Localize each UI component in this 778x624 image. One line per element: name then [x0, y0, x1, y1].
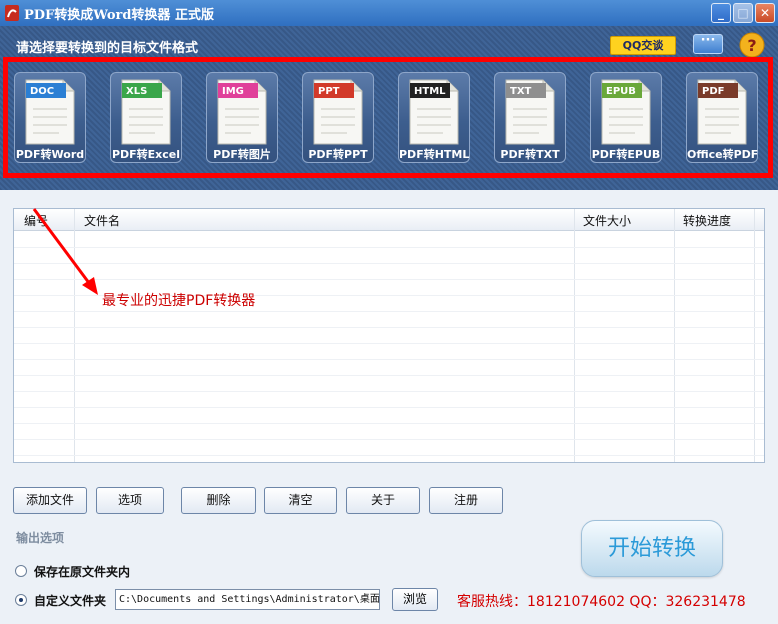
row-gridline	[14, 391, 764, 392]
radio-selected-dot	[19, 598, 23, 602]
clear-button[interactable]: 清空	[264, 487, 337, 514]
svg-text:?: ?	[747, 36, 756, 55]
format-label: PDF转图片	[213, 148, 271, 161]
format-label: PDF转Word	[15, 148, 85, 161]
format-tile-html[interactable]: HTML PDF转HTML	[398, 72, 470, 163]
column-filesize[interactable]: 文件大小	[583, 212, 631, 229]
output-path-input[interactable]: C:\Documents and Settings\Administrator\…	[115, 589, 380, 610]
minimize-button[interactable]: _	[711, 3, 731, 23]
format-prompt: 请选择要转换到的目标文件格式	[16, 41, 199, 56]
format-tile-ppt[interactable]: PPT PDF转PPT	[302, 72, 374, 163]
row-gridline	[14, 327, 764, 328]
epub-document-icon: EPUB	[601, 79, 651, 145]
browse-button[interactable]: 浏览	[392, 588, 438, 611]
format-label: PDF转TXT	[500, 148, 560, 161]
annotation-arrow	[32, 208, 98, 295]
format-badge: XLS	[126, 86, 147, 97]
format-tile-pdf[interactable]: PDF Office转PDF	[686, 72, 758, 163]
txt-document-icon: TXT	[505, 79, 555, 145]
row-gridline	[14, 263, 764, 264]
format-tile-epub[interactable]: EPUB PDF转EPUB	[590, 72, 662, 163]
row-gridline	[14, 407, 764, 408]
add-file-button[interactable]: 添加文件	[13, 487, 87, 514]
format-badge: PDF	[702, 86, 724, 97]
register-button[interactable]: 注册	[429, 487, 503, 514]
row-gridline	[14, 375, 764, 376]
output-section-label: 输出选项	[16, 531, 65, 545]
qq-chat-label: QQ交谈	[622, 39, 664, 52]
support-hotline: 客服热线：18121074602 QQ：326231478	[457, 594, 746, 610]
row-gridline	[14, 439, 764, 440]
file-list[interactable]: 编号 文件名 文件大小 转换进度	[13, 208, 765, 463]
format-label: PDF转EPUB	[591, 148, 661, 161]
help-icon[interactable]: ?	[737, 32, 767, 58]
row-gridline	[14, 279, 764, 280]
column-progress[interactable]: 转换进度	[683, 212, 731, 229]
row-gridline	[14, 359, 764, 360]
custom-folder-radio[interactable]	[15, 594, 27, 606]
row-gridline	[14, 311, 764, 312]
options-button[interactable]: 选项	[96, 487, 164, 514]
format-label: PDF转HTML	[399, 148, 470, 161]
row-gridline	[14, 247, 764, 248]
format-badge: PPT	[318, 86, 340, 97]
window-title: PDF转换成Word转换器 正式版	[24, 8, 214, 23]
format-tile-txt[interactable]: TXT PDF转TXT	[494, 72, 566, 163]
img-document-icon: IMG	[217, 79, 267, 145]
xls-document-icon: XLS	[121, 79, 171, 145]
start-convert-button[interactable]: 开始转换	[581, 520, 723, 577]
promo-text: 最专业的迅捷PDF转换器	[102, 293, 256, 309]
format-label: PDF转Excel	[111, 148, 181, 161]
minimize-icon: _	[718, 6, 724, 20]
format-tile-img[interactable]: IMG PDF转图片	[206, 72, 278, 163]
close-icon: ✕	[759, 6, 771, 20]
format-badge: IMG	[222, 86, 244, 97]
format-tile-doc[interactable]: DOC PDF转Word	[14, 72, 86, 163]
row-gridline	[14, 343, 764, 344]
pdf-document-icon: PDF	[697, 79, 747, 145]
format-badge: HTML	[414, 86, 446, 97]
close-button[interactable]: ✕	[755, 3, 775, 23]
more-icon: ···	[700, 33, 716, 48]
format-badge: TXT	[510, 86, 532, 97]
file-list-header: 编号 文件名 文件大小 转换进度	[14, 209, 764, 231]
custom-folder-label[interactable]: 自定义文件夹	[34, 592, 106, 609]
doc-document-icon: DOC	[25, 79, 75, 145]
format-badge: EPUB	[606, 86, 636, 97]
row-gridline	[14, 455, 764, 456]
html-document-icon: HTML	[409, 79, 459, 145]
delete-button[interactable]: 删除	[181, 487, 256, 514]
qq-chat-button[interactable]: QQ交谈	[610, 36, 676, 55]
row-gridline	[14, 423, 764, 424]
maximize-icon: □	[737, 6, 749, 20]
ppt-document-icon: PPT	[313, 79, 363, 145]
format-label: Office转PDF	[687, 148, 759, 161]
format-label: PDF转PPT	[308, 148, 368, 161]
more-button[interactable]: ···	[693, 34, 723, 54]
format-tile-xls[interactable]: XLS PDF转Excel	[110, 72, 182, 163]
maximize-button[interactable]: □	[733, 3, 753, 23]
save-original-label[interactable]: 保存在原文件夹内	[34, 563, 130, 580]
app-icon	[5, 5, 19, 21]
save-original-radio[interactable]	[15, 565, 27, 577]
format-badge: DOC	[30, 86, 54, 97]
about-button[interactable]: 关于	[346, 487, 420, 514]
